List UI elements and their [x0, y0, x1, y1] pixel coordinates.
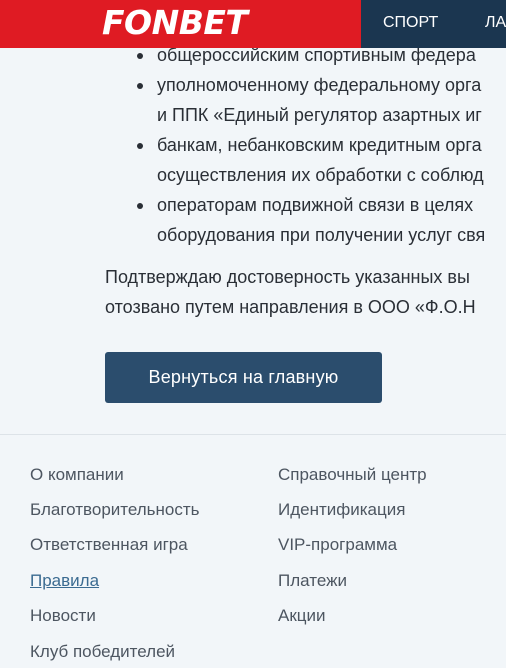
list-item: операторам подвижной связи в целях обору…: [0, 190, 485, 250]
list-item-text: осуществления их обработки с соблюд: [157, 165, 484, 185]
footer-link-charity[interactable]: Благотворительность: [30, 499, 200, 521]
return-home-button[interactable]: Вернуться на главную: [105, 352, 382, 403]
confirmation-text: Подтверждаю достоверность указанных вы о…: [105, 262, 476, 322]
list-item-text: общероссийским спортивным федера: [157, 48, 476, 65]
footer-link-help-center[interactable]: Справочный центр: [278, 464, 427, 486]
list-item-text: операторам подвижной связи в целях: [157, 195, 474, 215]
consent-content: общероссийским спортивным федера уполном…: [0, 48, 506, 434]
list-item-text: уполномоченному федеральному орга: [157, 75, 482, 95]
logo-area[interactable]: FONBET: [0, 0, 361, 48]
confirmation-line: отозвано путем направления в ООО «Ф.О.Н: [105, 297, 476, 317]
footer-link-vip[interactable]: VIP-программа: [278, 534, 397, 556]
list-item: банкам, небанковским кредитным орга осущ…: [0, 130, 485, 190]
footer-link-payments[interactable]: Платежи: [278, 570, 347, 592]
list-item-text: оборудования при получении услуг свя: [157, 225, 486, 245]
footer-link-winners-club[interactable]: Клуб победителей: [30, 641, 175, 663]
footer-link-responsible-gaming[interactable]: Ответственная игра: [30, 534, 188, 556]
nav-item-sport[interactable]: СПОРТ: [383, 0, 438, 48]
nav-item-live[interactable]: ЛА: [485, 0, 506, 48]
list-item-text: банкам, небанковским кредитным орга: [157, 135, 482, 155]
fonbet-logo[interactable]: FONBET: [102, 4, 248, 42]
footer-link-identification[interactable]: Идентификация: [278, 499, 405, 521]
confirmation-line: Подтверждаю достоверность указанных вы: [105, 267, 470, 287]
footer-link-news[interactable]: Новости: [30, 605, 96, 627]
top-header: FONBET СПОРТ ЛА: [0, 0, 506, 48]
consent-bullet-list: общероссийским спортивным федера уполном…: [0, 48, 485, 250]
list-item: уполномоченному федеральному орга и ППК …: [0, 70, 485, 130]
footer-link-rules[interactable]: Правила: [30, 570, 99, 592]
list-item: общероссийским спортивным федера: [0, 48, 485, 70]
list-item-text: и ППК «Единый регулятор азартных иг: [157, 105, 482, 125]
footer: О компании Благотворительность Ответстве…: [0, 434, 506, 668]
footer-link-about[interactable]: О компании: [30, 464, 124, 486]
footer-link-promotions[interactable]: Акции: [278, 605, 326, 627]
